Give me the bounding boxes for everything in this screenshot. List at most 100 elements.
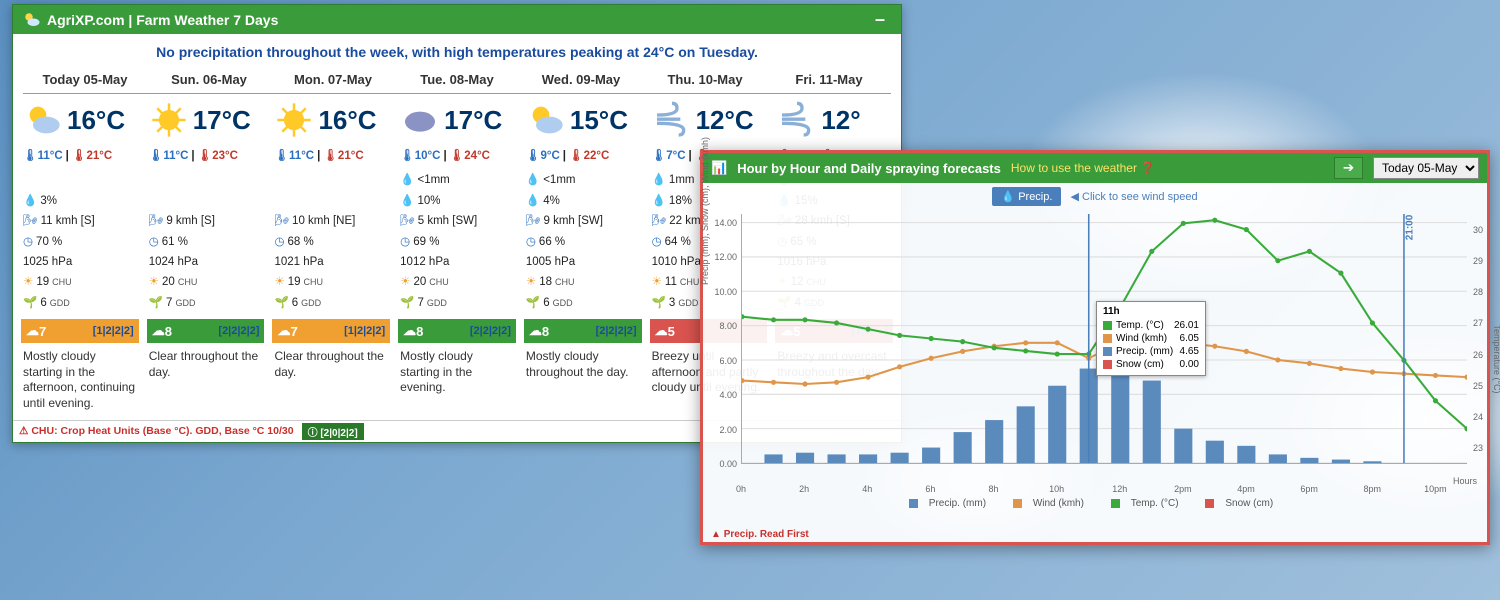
- weather-icon: [777, 100, 817, 140]
- droplet-icon: 💧: [652, 171, 666, 189]
- plant-icon: 🌱: [526, 294, 540, 312]
- droplet-icon: 💧: [400, 192, 414, 210]
- y-axis-left: 0.002.004.006.008.0010.0012.0014.00: [711, 214, 739, 464]
- wind-icon: 🌬: [652, 212, 667, 230]
- cloud-icon: ☁: [277, 323, 290, 339]
- y-axis-left-label: Precip (mm), Snow (cm), Wind (kmh): [700, 137, 710, 285]
- bar-chart-icon: 📊: [711, 160, 727, 176]
- precip-toggle[interactable]: 💧 Precip.: [992, 187, 1061, 206]
- spray-score-badge[interactable]: ☁ 7[1|2|2|2]: [21, 319, 139, 343]
- week-summary: No precipitation throughout the week, wi…: [13, 34, 901, 66]
- window-title: AgriXP.com | Farm Weather 7 Days: [47, 12, 278, 28]
- cloud-icon: ☁: [529, 323, 542, 339]
- day-temp: 16°C: [67, 105, 125, 136]
- plant-icon: 🌱: [274, 294, 288, 312]
- day-headers: Today 05-MaySun. 06-MayMon. 07-MayTue. 0…: [23, 66, 891, 94]
- plant-icon: 🌱: [400, 294, 414, 312]
- plant-icon: 🌱: [23, 294, 37, 312]
- weather-icon: [23, 100, 63, 140]
- weather-icon: [526, 100, 566, 140]
- wind-icon: 🌬: [23, 212, 38, 230]
- overlay-header: 📊 Hour by Hour and Daily spraying foreca…: [703, 153, 1487, 183]
- plant-icon: 🌱: [652, 294, 666, 312]
- humidity-icon: ◷: [400, 233, 410, 251]
- droplet-icon: 💧: [652, 192, 666, 210]
- sun-icon: ☀: [526, 273, 536, 291]
- humidity-icon: ◷: [23, 233, 33, 251]
- time-marker-label: 21:00: [1404, 215, 1415, 241]
- cloud-icon: ☁: [152, 323, 165, 339]
- day-description: Mostly cloudy starting in the afternoon,…: [21, 343, 139, 415]
- tooltip-hour: 11h: [1103, 306, 1199, 317]
- day-header[interactable]: Wed. 09-May: [519, 66, 643, 93]
- humidity-icon: ◷: [149, 233, 159, 251]
- day-description: Mostly cloudy throughout the day.: [524, 343, 642, 413]
- droplet-icon: 💧: [526, 171, 540, 189]
- wind-icon: 🌬: [274, 212, 289, 230]
- date-select[interactable]: Today 05-May: [1373, 157, 1479, 179]
- day-card[interactable]: 15°C 🌡9°C | 🌡22°C 💧<1mm 💧4% 🌬9 kmh [SW] …: [520, 94, 646, 420]
- day-header[interactable]: Fri. 11-May: [767, 66, 891, 93]
- day-card[interactable]: 16°C 🌡11°C | 🌡21°C 💧3% 🌬11 kmh [S] ◷70 %…: [17, 94, 143, 420]
- howto-link[interactable]: How to use the weather ❓: [1011, 161, 1155, 175]
- overlay-title: Hour by Hour and Daily spraying forecast…: [737, 161, 1001, 176]
- day-temp: 17°C: [444, 105, 502, 136]
- humidity-icon: ◷: [274, 233, 284, 251]
- minimize-button[interactable]: –: [869, 9, 891, 30]
- next-day-button[interactable]: ➔: [1334, 157, 1363, 179]
- day-card[interactable]: 17°C 🌡11°C | 🌡23°C 🌬9 kmh [S] ◷61 % 1024…: [143, 94, 269, 420]
- sun-icon: ☀: [652, 273, 662, 291]
- day-temp: 12°: [821, 105, 860, 136]
- day-header[interactable]: Tue. 08-May: [395, 66, 519, 93]
- weather-icon: [400, 100, 440, 140]
- overlay-footer-warning[interactable]: ▲ Precip. Read First: [711, 529, 809, 540]
- plot-area[interactable]: 21:00 11h Temp. (°C)26.01 Wind (kmh)6.05…: [741, 214, 1467, 464]
- day-header[interactable]: Sun. 06-May: [147, 66, 271, 93]
- spray-score-badge[interactable]: ☁ 7[1|2|2|2]: [272, 319, 390, 343]
- weather-icon: [652, 100, 692, 140]
- chart-legend: Precip. (mm) Wind (kmh) Temp. (°C) Snow …: [703, 494, 1487, 513]
- chart-tooltip: 11h Temp. (°C)26.01 Wind (kmh)6.05 Preci…: [1096, 301, 1206, 376]
- help-icon: ❓: [1140, 161, 1155, 175]
- day-description: Clear throughout the day.: [272, 343, 390, 413]
- cloud-icon: ☁: [655, 323, 668, 339]
- series-toggle-bar: 💧 Precip. ◀ Click to see wind speed: [703, 183, 1487, 210]
- day-header[interactable]: Thu. 10-May: [643, 66, 767, 93]
- droplet-icon: 💧: [23, 192, 37, 210]
- humidity-icon: ◷: [652, 233, 662, 251]
- day-card[interactable]: 17°C 🌡10°C | 🌡24°C 💧<1mm 💧10% 🌬5 kmh [SW…: [394, 94, 520, 420]
- titlebar[interactable]: AgriXP.com | Farm Weather 7 Days –: [13, 5, 901, 34]
- footer-badge[interactable]: ⓘ [2|0|2|2]: [302, 423, 364, 440]
- wind-icon: 🌬: [526, 212, 541, 230]
- droplet-icon: 💧: [526, 192, 540, 210]
- day-header[interactable]: Today 05-May: [23, 66, 147, 93]
- weather-icon: [149, 100, 189, 140]
- cloud-icon: ☁: [26, 323, 39, 339]
- day-temp: 15°C: [570, 105, 628, 136]
- spray-score-badge[interactable]: ☁ 8[2|2|2|2]: [147, 319, 265, 343]
- app-logo-icon: [23, 11, 41, 29]
- day-description: Mostly cloudy starting in the evening.: [398, 343, 516, 413]
- sun-icon: ☀: [274, 273, 284, 291]
- spray-score-badge[interactable]: ☁ 8[2|2|2|2]: [524, 319, 642, 343]
- day-header[interactable]: Mon. 07-May: [271, 66, 395, 93]
- y-axis-right: 2324252627282930: [1471, 214, 1495, 464]
- day-temp: 12°C: [696, 105, 754, 136]
- day-temp: 17°C: [193, 105, 251, 136]
- spray-score-badge[interactable]: ☁ 8[2|2|2|2]: [398, 319, 516, 343]
- sun-icon: ☀: [149, 273, 159, 291]
- hourly-chart[interactable]: Precip (mm), Snow (cm), Wind (kmh) 0.002…: [741, 214, 1467, 494]
- wind-hint-link[interactable]: ◀ Click to see wind speed: [1071, 191, 1198, 203]
- sun-icon: ☀: [400, 273, 410, 291]
- wind-icon: 🌬: [149, 212, 164, 230]
- day-description: Clear throughout the day.: [147, 343, 265, 413]
- sun-icon: ☀: [23, 273, 33, 291]
- hourly-overlay: 📊 Hour by Hour and Daily spraying foreca…: [700, 150, 1490, 545]
- wind-icon: 🌬: [400, 212, 415, 230]
- day-temp: 16°C: [318, 105, 376, 136]
- plant-icon: 🌱: [149, 294, 163, 312]
- footer-note: ⚠ CHU: Crop Heat Units (Base °C). GDD, B…: [19, 425, 294, 437]
- day-card[interactable]: 16°C 🌡11°C | 🌡21°C 🌬10 kmh [NE] ◷68 % 10…: [268, 94, 394, 420]
- cloud-icon: ☁: [403, 323, 416, 339]
- humidity-icon: ◷: [526, 233, 536, 251]
